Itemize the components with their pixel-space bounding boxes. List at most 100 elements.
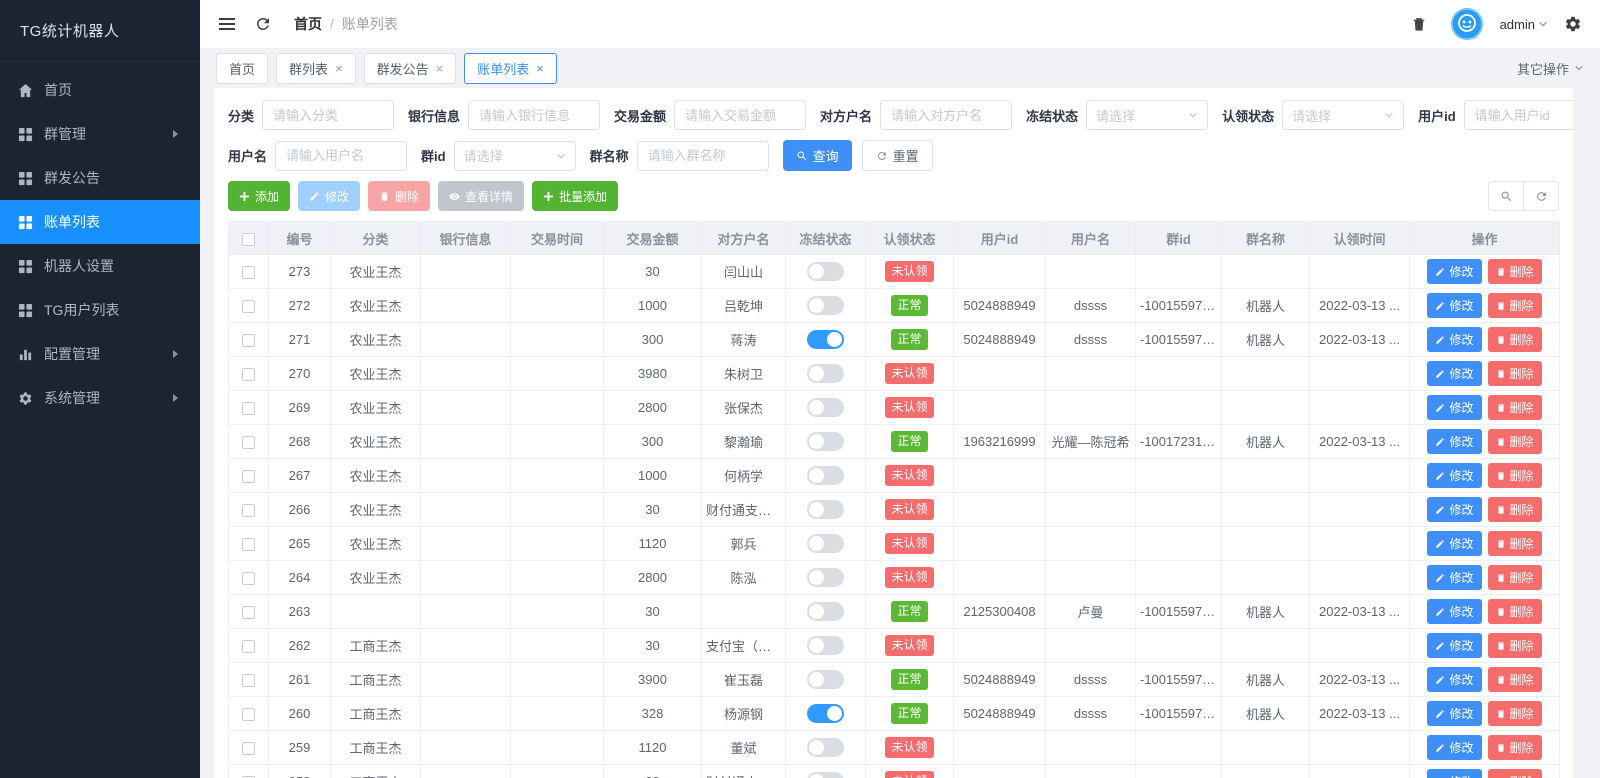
- filter-input-对方户名[interactable]: [880, 100, 1013, 130]
- tab-账单列表[interactable]: 账单列表 ×: [464, 52, 557, 84]
- row-checkbox[interactable]: [242, 504, 255, 518]
- filter-select-群id[interactable]: 请选择: [453, 140, 576, 171]
- row-edit-button[interactable]: 修改: [1427, 565, 1482, 590]
- 添加-button[interactable]: 添加: [228, 181, 291, 211]
- row-checkbox[interactable]: [242, 368, 255, 382]
- row-checkbox[interactable]: [242, 470, 255, 484]
- sidebar-item-系统管理[interactable]: 系统管理: [0, 376, 200, 420]
- row-delete-button[interactable]: 删除: [1487, 667, 1542, 692]
- filter-select-认领状态[interactable]: 请选择: [1282, 100, 1405, 130]
- row-delete-button[interactable]: 删除: [1487, 735, 1542, 760]
- tab-群发公告[interactable]: 群发公告 ×: [363, 52, 457, 84]
- row-delete-button[interactable]: 删除: [1487, 463, 1542, 488]
- row-delete-button[interactable]: 删除: [1487, 769, 1542, 778]
- row-edit-button[interactable]: 修改: [1427, 735, 1482, 760]
- frozen-toggle[interactable]: [807, 670, 844, 689]
- row-edit-button[interactable]: 修改: [1427, 633, 1482, 658]
- other-actions-dropdown[interactable]: 其它操作: [1517, 59, 1584, 78]
- sidebar-item-账单列表[interactable]: 账单列表: [0, 200, 200, 244]
- frozen-toggle[interactable]: [807, 364, 844, 383]
- close-icon[interactable]: ×: [536, 62, 544, 75]
- frozen-toggle[interactable]: [807, 568, 844, 587]
- search-icon-button[interactable]: [1488, 181, 1524, 211]
- row-delete-button[interactable]: 删除: [1487, 395, 1542, 420]
- row-delete-button[interactable]: 删除: [1487, 599, 1542, 624]
- row-edit-button[interactable]: 修改: [1427, 259, 1482, 284]
- row-edit-button[interactable]: 修改: [1427, 293, 1482, 318]
- reset-button[interactable]: 重置: [861, 140, 933, 171]
- row-checkbox[interactable]: [242, 538, 255, 552]
- row-edit-button[interactable]: 修改: [1427, 531, 1482, 556]
- sidebar-item-首页[interactable]: 首页: [0, 68, 200, 112]
- row-edit-button[interactable]: 修改: [1427, 429, 1482, 454]
- frozen-toggle[interactable]: [807, 704, 844, 723]
- row-checkbox[interactable]: [242, 572, 255, 586]
- row-checkbox[interactable]: [242, 334, 255, 348]
- row-edit-button[interactable]: 修改: [1427, 327, 1482, 352]
- row-checkbox[interactable]: [242, 674, 255, 688]
- filter-input-用户id[interactable]: [1463, 100, 1573, 130]
- row-delete-button[interactable]: 删除: [1487, 701, 1542, 726]
- frozen-toggle[interactable]: [807, 262, 844, 281]
- frozen-toggle[interactable]: [807, 602, 844, 621]
- row-edit-button[interactable]: 修改: [1427, 667, 1482, 692]
- filter-select-冻结状态[interactable]: 请选择: [1086, 100, 1209, 130]
- sidebar-item-配置管理[interactable]: 配置管理: [0, 332, 200, 376]
- row-checkbox[interactable]: [242, 640, 255, 654]
- row-checkbox[interactable]: [242, 742, 255, 756]
- frozen-toggle[interactable]: [807, 772, 844, 778]
- tab-首页[interactable]: 首页: [216, 52, 269, 84]
- hamburger-menu-icon[interactable]: [218, 15, 236, 33]
- row-checkbox[interactable]: [242, 300, 255, 314]
- trash-icon[interactable]: [1410, 15, 1428, 33]
- frozen-toggle[interactable]: [807, 398, 844, 417]
- row-edit-button[interactable]: 修改: [1427, 395, 1482, 420]
- row-delete-button[interactable]: 删除: [1487, 531, 1542, 556]
- tab-群列表[interactable]: 群列表 ×: [276, 52, 356, 84]
- 查看详情-button[interactable]: 查看详情: [438, 181, 525, 211]
- row-edit-button[interactable]: 修改: [1427, 361, 1482, 386]
- row-delete-button[interactable]: 删除: [1487, 565, 1542, 590]
- row-delete-button[interactable]: 删除: [1487, 429, 1542, 454]
- gear-icon[interactable]: [1564, 15, 1582, 33]
- filter-input-分类[interactable]: [262, 100, 395, 130]
- frozen-toggle[interactable]: [807, 636, 844, 655]
- filter-input-交易金额[interactable]: [674, 100, 807, 130]
- frozen-toggle[interactable]: [807, 466, 844, 485]
- filter-input-用户名[interactable]: [275, 140, 408, 171]
- row-delete-button[interactable]: 删除: [1487, 497, 1542, 522]
- frozen-toggle[interactable]: [807, 296, 844, 315]
- 修改-button[interactable]: 修改: [298, 181, 361, 211]
- row-delete-button[interactable]: 删除: [1487, 259, 1542, 284]
- row-delete-button[interactable]: 删除: [1487, 633, 1542, 658]
- row-checkbox[interactable]: [242, 606, 255, 620]
- 删除-button[interactable]: 删除: [368, 181, 431, 211]
- filter-input-群名称[interactable]: [636, 140, 769, 171]
- frozen-toggle[interactable]: [807, 534, 844, 553]
- row-edit-button[interactable]: 修改: [1427, 701, 1482, 726]
- row-edit-button[interactable]: 修改: [1427, 497, 1482, 522]
- sidebar-item-机器人设置[interactable]: 机器人设置: [0, 244, 200, 288]
- close-icon[interactable]: ×: [436, 62, 444, 75]
- frozen-toggle[interactable]: [807, 330, 844, 349]
- filter-input-银行信息[interactable]: [468, 100, 601, 130]
- row-delete-button[interactable]: 删除: [1487, 361, 1542, 386]
- row-edit-button[interactable]: 修改: [1427, 463, 1482, 488]
- row-delete-button[interactable]: 删除: [1487, 293, 1542, 318]
- row-checkbox[interactable]: [242, 402, 255, 416]
- 批量添加-button[interactable]: 批量添加: [532, 181, 619, 211]
- refresh-icon-button[interactable]: [1523, 181, 1559, 211]
- frozen-toggle[interactable]: [807, 432, 844, 451]
- sidebar-item-TG用户列表[interactable]: TG用户列表: [0, 288, 200, 332]
- row-edit-button[interactable]: 修改: [1427, 599, 1482, 624]
- close-icon[interactable]: ×: [335, 62, 343, 75]
- avatar[interactable]: [1450, 7, 1484, 41]
- row-checkbox[interactable]: [242, 708, 255, 722]
- frozen-toggle[interactable]: [807, 500, 844, 519]
- sidebar-item-群发公告[interactable]: 群发公告: [0, 156, 200, 200]
- refresh-icon[interactable]: [254, 15, 272, 33]
- row-edit-button[interactable]: 修改: [1427, 769, 1482, 778]
- row-checkbox[interactable]: [242, 266, 255, 280]
- frozen-toggle[interactable]: [807, 738, 844, 757]
- sidebar-item-群管理[interactable]: 群管理: [0, 112, 200, 156]
